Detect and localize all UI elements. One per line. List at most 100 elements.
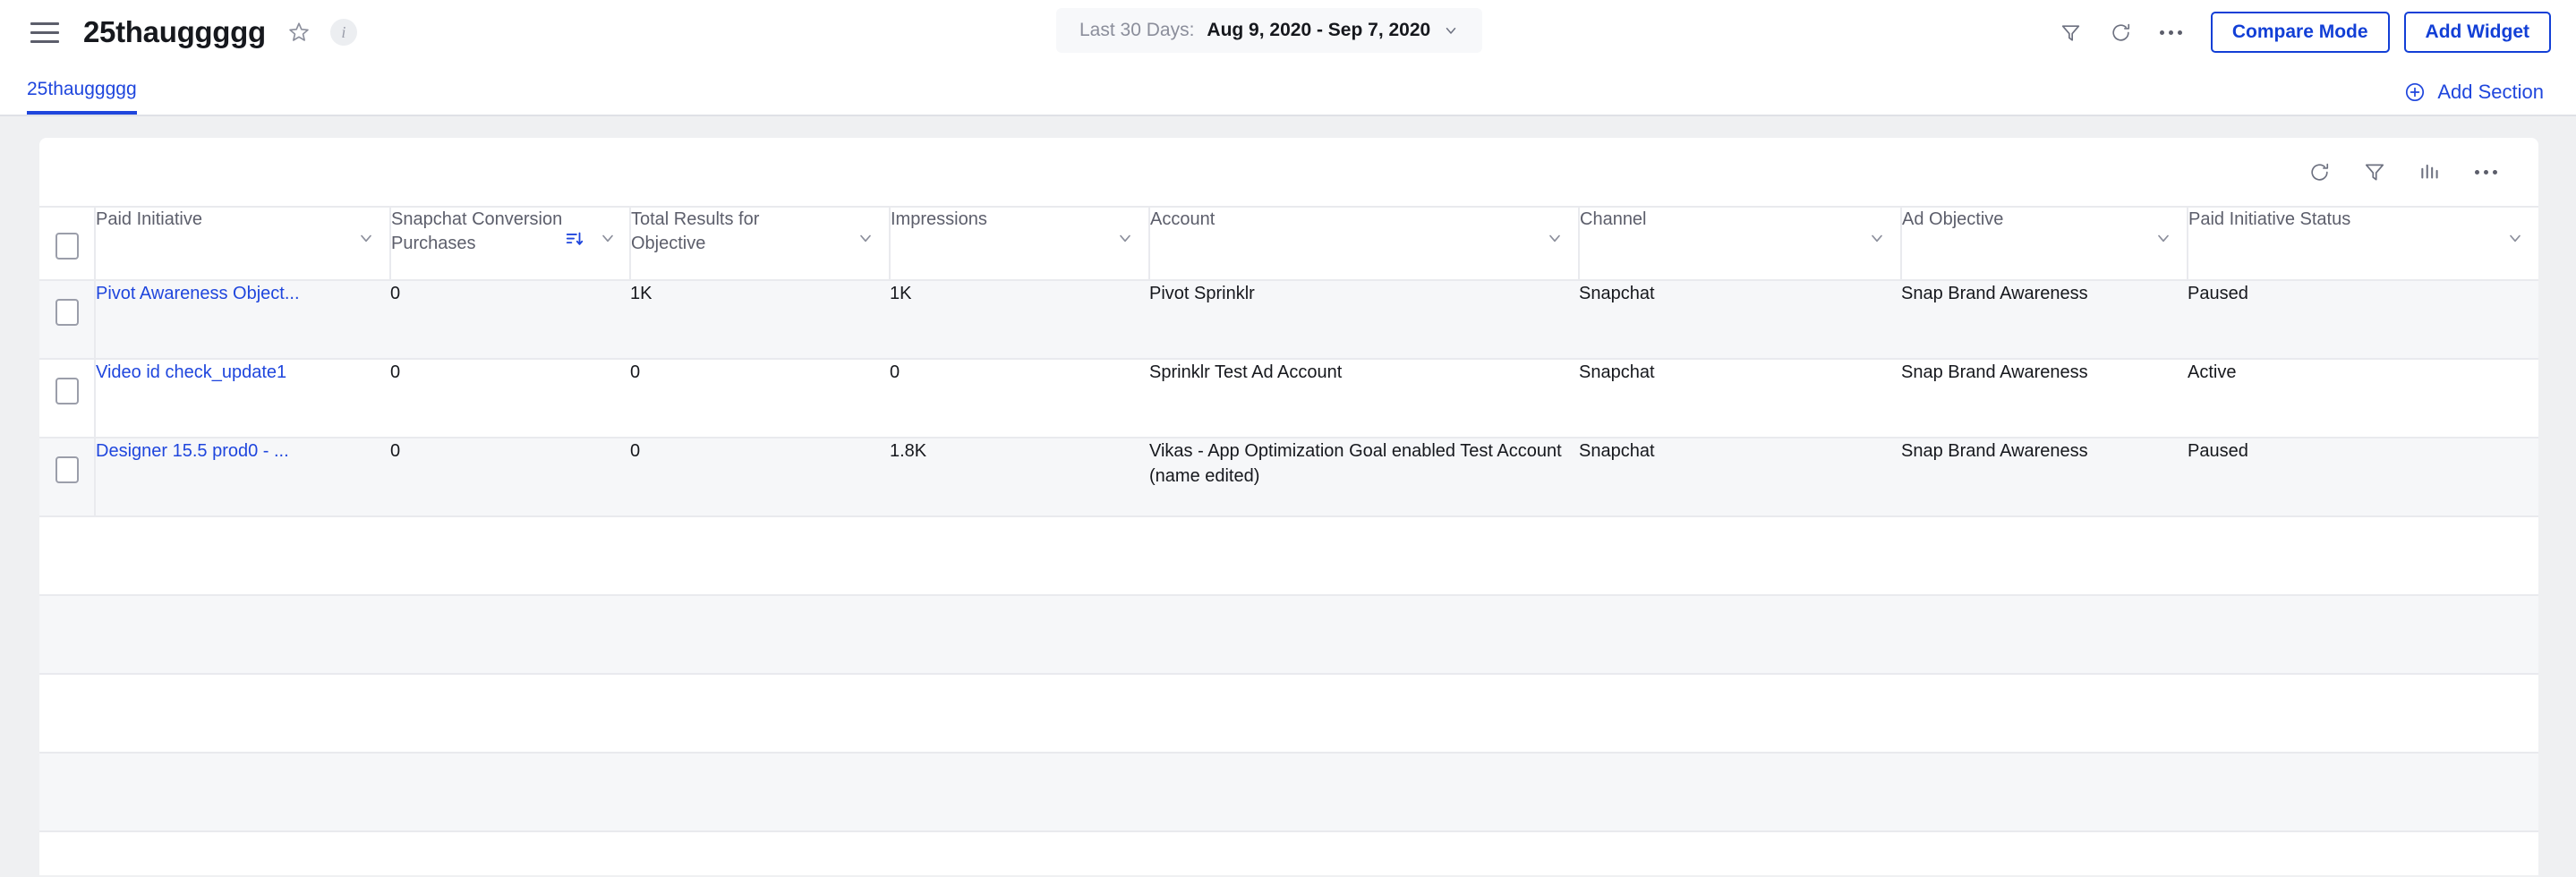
column-header-channel[interactable]: Channel: [1579, 206, 1902, 281]
top-bar: 25thauggggg i Last 30 Days: Aug 9, 2020 …: [0, 0, 2576, 64]
column-header-impressions[interactable]: Impressions: [890, 206, 1150, 281]
chevron-down-icon[interactable]: [357, 229, 375, 251]
chevron-down-icon[interactable]: [2506, 229, 2524, 251]
ellipsis-icon[interactable]: [2458, 149, 2513, 194]
cell-paid-initiative-status: Paused: [2188, 279, 2538, 360]
chevron-down-icon[interactable]: [1546, 229, 1564, 251]
filter-icon[interactable]: [2347, 149, 2402, 194]
chevron-down-icon[interactable]: [1116, 229, 1134, 251]
paid-initiative-link[interactable]: Pivot Awareness Object...: [96, 284, 300, 303]
cell-snapchat-conversion-purchases: 0: [390, 279, 630, 360]
cell-paid-initiative: Designer 15.5 prod0 - ...: [94, 437, 390, 517]
table-widget-card: Paid Initiative Snapchat Conversion Purc…: [39, 138, 2538, 875]
row-checkbox[interactable]: [55, 456, 79, 483]
cell-channel: Snapchat: [1579, 437, 1901, 517]
table-row[interactable]: Video id check_update1 0 0 0 Sprinklr Te…: [39, 358, 2538, 438]
cell-paid-initiative-status: Active: [2188, 358, 2538, 438]
cell-impressions: 0: [890, 358, 1149, 438]
paid-initiative-link[interactable]: Designer 15.5 prod0 - ...: [96, 441, 289, 461]
column-label: Snapchat Conversion Purchases: [391, 209, 563, 253]
cell-account: Vikas - App Optimization Goal enabled Te…: [1149, 437, 1579, 517]
sort-descending-icon[interactable]: [565, 229, 584, 253]
table-row-empty: [39, 515, 2538, 596]
compare-mode-button[interactable]: Compare Mode: [2210, 12, 2390, 53]
table-header: Paid Initiative Snapchat Conversion Purc…: [39, 206, 2538, 281]
cell-ad-objective: Snap Brand Awareness: [1901, 358, 2188, 438]
column-header-paid-initiative[interactable]: Paid Initiative: [95, 206, 391, 281]
date-range-value: Aug 9, 2020 - Sep 7, 2020: [1207, 20, 1431, 40]
table-row-empty: [39, 673, 2538, 754]
column-header-snapchat-conversion-purchases[interactable]: Snapchat Conversion Purchases: [390, 206, 631, 281]
cell-paid-initiative: Pivot Awareness Object...: [94, 279, 390, 360]
hamburger-icon[interactable]: [30, 21, 59, 43]
cell-snapchat-conversion-purchases: 0: [390, 437, 630, 517]
bar-chart-icon[interactable]: [2402, 149, 2458, 194]
date-range-label: Last 30 Days:: [1079, 20, 1195, 40]
cell-total-results-for-objective: 0: [630, 358, 890, 438]
filter-icon[interactable]: [2046, 9, 2096, 55]
column-label: Channel: [1580, 209, 1647, 229]
paid-initiative-link[interactable]: Video id check_update1: [96, 362, 286, 382]
column-label: Total Results for Objective: [631, 209, 760, 253]
chevron-down-icon[interactable]: [599, 229, 617, 251]
add-section-button[interactable]: Add Section: [2404, 81, 2544, 104]
empty-cell: [39, 673, 2538, 754]
star-outline-icon[interactable]: [287, 21, 311, 44]
row-select-cell: [39, 358, 95, 438]
cell-total-results-for-objective: 0: [630, 437, 890, 517]
row-select-cell: [39, 279, 95, 360]
select-all-checkbox[interactable]: [55, 233, 79, 260]
column-header-total-results-for-objective[interactable]: Total Results for Objective: [630, 206, 891, 281]
cell-ad-objective: Snap Brand Awareness: [1901, 437, 2188, 517]
add-widget-button[interactable]: Add Widget: [2403, 12, 2551, 53]
data-table: Paid Initiative Snapchat Conversion Purc…: [39, 206, 2538, 832]
cell-paid-initiative-status: Paused: [2188, 437, 2538, 517]
chevron-down-icon[interactable]: [857, 229, 874, 251]
ellipsis-icon[interactable]: [2146, 9, 2196, 55]
refresh-icon[interactable]: [2096, 9, 2146, 55]
chevron-down-icon[interactable]: [2154, 229, 2172, 251]
empty-cell: [39, 594, 2538, 675]
table-row-empty: [39, 594, 2538, 675]
row-select-cell: [39, 437, 95, 517]
plus-circle-icon: [2404, 81, 2426, 103]
tab-25thauggggg[interactable]: 25thauggggg: [27, 79, 137, 115]
empty-cell: [39, 752, 2538, 832]
table-row-empty: [39, 752, 2538, 832]
column-header-account[interactable]: Account: [1149, 206, 1580, 281]
column-label: Paid Initiative Status: [2188, 209, 2351, 229]
table-body: Pivot Awareness Object... 0 1K 1K Pivot …: [39, 279, 2538, 832]
cell-snapchat-conversion-purchases: 0: [390, 358, 630, 438]
column-label: Paid Initiative: [96, 209, 202, 229]
page-title: 25thauggggg: [83, 15, 266, 48]
dashboard-content: Paid Initiative Snapchat Conversion Purc…: [0, 116, 2576, 875]
column-label: Ad Objective: [1902, 209, 2004, 229]
cell-ad-objective: Snap Brand Awareness: [1901, 279, 2188, 360]
cell-channel: Snapchat: [1579, 279, 1901, 360]
top-bar-actions: Compare Mode Add Widget: [2046, 0, 2551, 64]
row-checkbox[interactable]: [55, 299, 79, 326]
table-row[interactable]: Pivot Awareness Object... 0 1K 1K Pivot …: [39, 279, 2538, 360]
info-icon[interactable]: i: [329, 19, 357, 46]
chevron-down-icon[interactable]: [1868, 229, 1886, 251]
column-label: Account: [1150, 209, 1215, 229]
refresh-icon[interactable]: [2291, 149, 2347, 194]
cell-impressions: 1.8K: [890, 437, 1149, 517]
cell-total-results-for-objective: 1K: [630, 279, 890, 360]
column-label: Impressions: [891, 209, 987, 229]
column-header-paid-initiative-status[interactable]: Paid Initiative Status: [2188, 206, 2538, 281]
row-checkbox[interactable]: [55, 378, 79, 404]
column-header-ad-objective[interactable]: Ad Objective: [1901, 206, 2188, 281]
table-row[interactable]: Designer 15.5 prod0 - ... 0 0 1.8K Vikas…: [39, 437, 2538, 517]
date-range-selector[interactable]: Last 30 Days: Aug 9, 2020 - Sep 7, 2020: [1056, 8, 1483, 53]
cell-impressions: 1K: [890, 279, 1149, 360]
cell-paid-initiative: Video id check_update1: [94, 358, 390, 438]
tab-bar: 25thauggggg Add Section: [0, 64, 2576, 116]
add-section-label: Add Section: [2437, 81, 2544, 103]
select-all-header: [39, 206, 96, 281]
cell-channel: Snapchat: [1579, 358, 1901, 438]
chevron-down-icon: [1443, 22, 1459, 38]
widget-toolbar: [39, 138, 2538, 206]
empty-cell: [39, 515, 2538, 596]
cell-account: Sprinklr Test Ad Account: [1149, 358, 1579, 438]
